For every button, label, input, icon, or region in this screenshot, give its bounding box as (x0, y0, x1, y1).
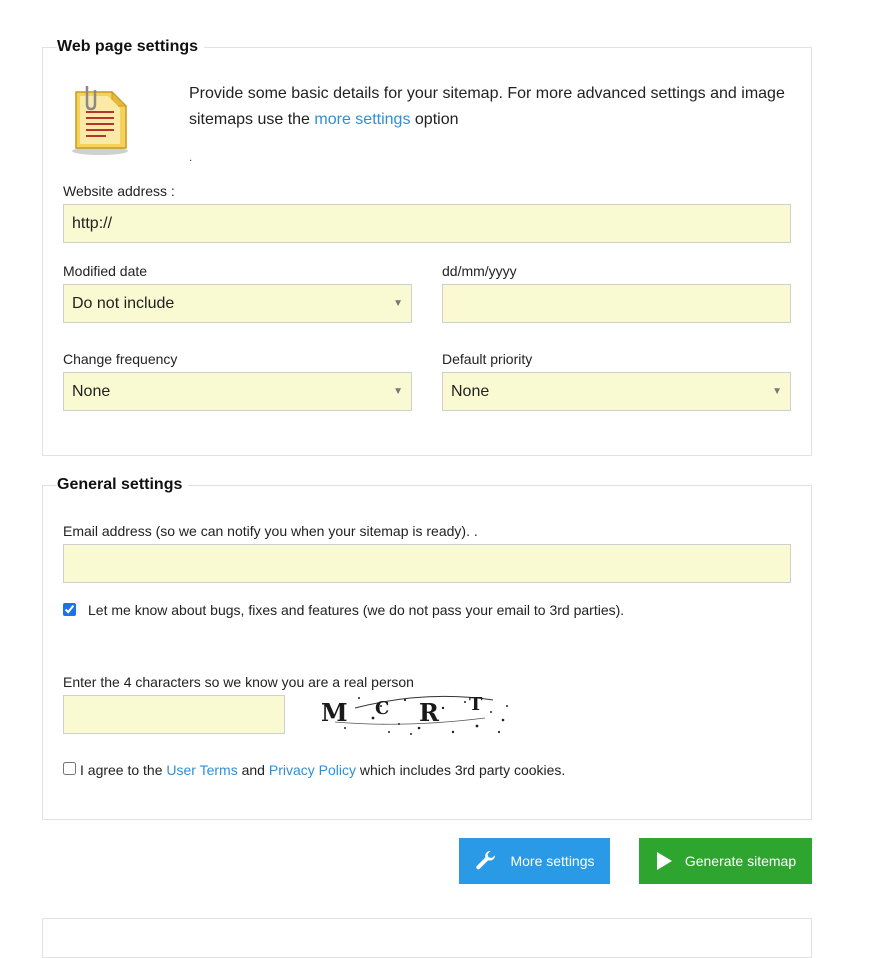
more-settings-link[interactable]: more settings (314, 111, 410, 128)
intro-text-part1: Provide some basic details for your site… (189, 85, 785, 128)
chevron-down-icon: ▼ (393, 298, 403, 309)
captcha-char: M (321, 698, 348, 727)
captcha-input[interactable] (63, 695, 285, 734)
generate-sitemap-label: Generate sitemap (684, 853, 797, 869)
date-format-label: dd/mm/yyyy (442, 263, 517, 279)
general-settings-title: General settings (57, 476, 183, 493)
modified-date-value: Do not include (72, 294, 175, 312)
intro-dot: . (189, 150, 193, 164)
notify-checkbox[interactable] (63, 603, 76, 616)
agree-text: I agree to the User Terms and Privacy Po… (80, 762, 565, 778)
captcha-char: T (469, 694, 483, 715)
more-settings-button[interactable]: More settings (459, 838, 610, 884)
generate-sitemap-button[interactable]: Generate sitemap (639, 838, 812, 884)
captcha-char: C (375, 698, 390, 719)
change-frequency-label: Change frequency (63, 351, 178, 367)
agree-suffix: which includes 3rd party cookies. (356, 762, 566, 778)
website-address-label: Website address : (63, 183, 175, 199)
default-priority-value: None (451, 382, 490, 400)
chevron-down-icon: ▼ (772, 386, 782, 397)
play-icon (656, 852, 672, 870)
email-input[interactable] (63, 544, 791, 583)
document-with-paperclip-icon (68, 82, 132, 156)
website-address-input[interactable] (63, 204, 791, 243)
change-frequency-value: None (72, 382, 111, 400)
intro-text: Provide some basic details for your site… (189, 81, 799, 133)
next-section-box (42, 918, 812, 958)
agree-and: and (237, 762, 269, 778)
web-page-settings-title: Web page settings (57, 38, 199, 55)
intro-text-part2: option (410, 111, 459, 128)
modified-date-select[interactable]: Do not include ▼ (63, 284, 412, 323)
notify-label: Let me know about bugs, fixes and featur… (88, 602, 625, 618)
default-priority-label: Default priority (442, 351, 533, 367)
change-frequency-select[interactable]: None ▼ (63, 372, 412, 411)
modified-date-input[interactable] (442, 284, 791, 323)
user-terms-link[interactable]: User Terms (166, 762, 237, 778)
wrench-icon (476, 850, 496, 870)
default-priority-select[interactable]: None ▼ (442, 372, 791, 411)
captcha-image: M C R T (315, 688, 515, 738)
chevron-down-icon: ▼ (393, 386, 403, 397)
captcha-char: R (419, 698, 439, 727)
privacy-policy-link[interactable]: Privacy Policy (269, 762, 356, 778)
modified-date-label: Modified date (63, 263, 148, 279)
more-settings-label: More settings (510, 853, 595, 869)
email-label: Email address (so we can notify you when… (63, 523, 478, 539)
agree-prefix: I agree to the (80, 762, 167, 778)
agree-checkbox[interactable] (63, 762, 76, 775)
